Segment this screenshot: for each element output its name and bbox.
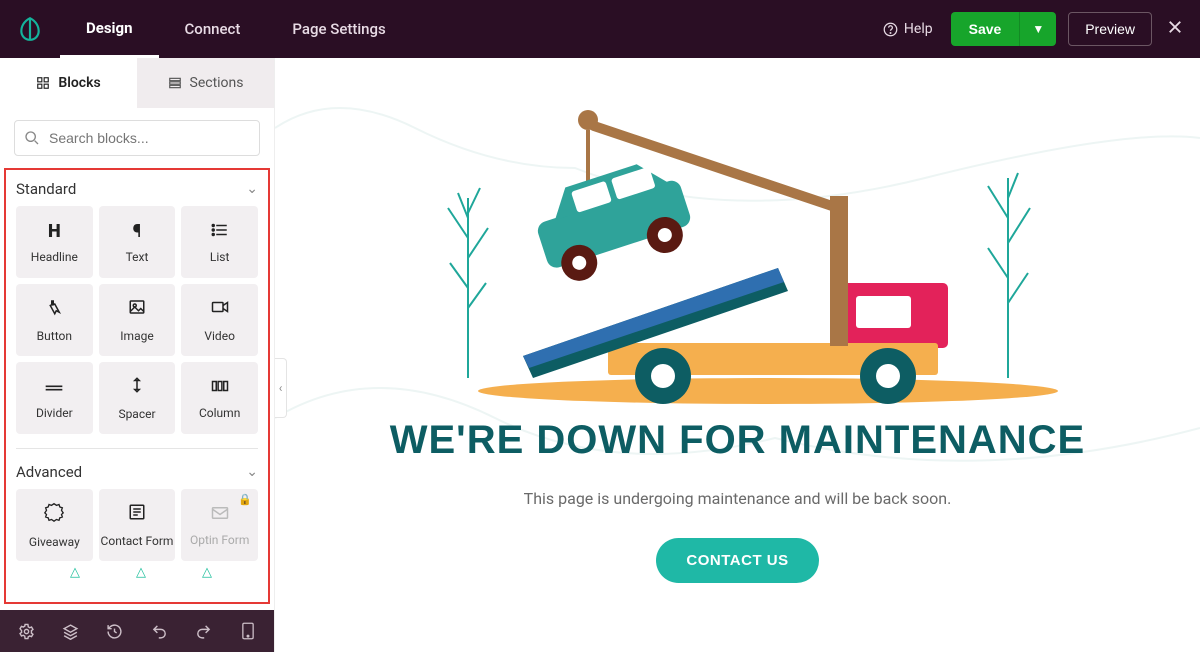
undo-button[interactable]	[141, 610, 177, 652]
save-button[interactable]: Save	[951, 12, 1020, 46]
chevron-down-icon: ⌄	[246, 181, 258, 197]
help-label: Help	[904, 21, 933, 37]
column-icon	[211, 377, 229, 398]
hint-icon: △	[136, 565, 146, 580]
sidebar-tab-blocks-label: Blocks	[58, 75, 100, 91]
optin-form-icon	[211, 504, 229, 525]
divider-icon	[44, 377, 64, 398]
block-label: Button	[37, 329, 72, 343]
layers-icon	[62, 623, 79, 640]
giveaway-icon	[44, 502, 64, 527]
text-icon: ¶	[133, 221, 142, 242]
block-column[interactable]: Column	[181, 362, 258, 434]
block-image[interactable]: Image	[99, 284, 176, 356]
block-label: Column	[199, 406, 240, 420]
history-button[interactable]	[97, 610, 133, 652]
undo-icon	[151, 623, 168, 640]
advanced-blocks-grid: Giveaway Contact Form 🔒 Optin Form	[6, 489, 268, 561]
video-icon	[211, 298, 229, 321]
hint-icon: △	[202, 565, 212, 580]
block-label: List	[210, 250, 230, 264]
nav-tabs: Design Connect Page Settings	[60, 0, 412, 58]
block-label: Giveaway	[29, 535, 80, 549]
tab-connect[interactable]: Connect	[159, 0, 267, 58]
help-link[interactable]: Help	[883, 21, 933, 37]
sidebar: Blocks Sections Standard ⌄ H Headline ¶ Te…	[0, 58, 275, 652]
main: Blocks Sections Standard ⌄ H Headline ¶ Te…	[0, 58, 1200, 652]
tab-design[interactable]: Design	[60, 0, 159, 58]
block-text[interactable]: ¶ Text	[99, 206, 176, 278]
block-label: Divider	[36, 406, 73, 420]
group-advanced-header[interactable]: Advanced ⌄	[6, 453, 268, 489]
preview-button[interactable]: Preview	[1068, 12, 1152, 46]
history-icon	[106, 623, 123, 640]
page-headline: WE'RE DOWN FOR MAINTENANCE	[275, 418, 1200, 463]
block-label: Spacer	[118, 407, 155, 421]
close-button[interactable]	[1166, 17, 1184, 42]
spacer-icon	[128, 376, 146, 399]
save-button-group: Save ▼	[951, 12, 1057, 46]
tab-page-settings[interactable]: Page Settings	[266, 0, 411, 58]
block-label: Optin Form	[190, 533, 249, 547]
block-list[interactable]: List	[181, 206, 258, 278]
help-icon	[883, 22, 898, 37]
block-label: Video	[204, 329, 235, 343]
block-contact-form[interactable]: Contact Form	[99, 489, 176, 561]
sidebar-tab-sections-label: Sections	[190, 75, 244, 91]
list-icon	[211, 221, 229, 242]
mobile-icon	[241, 622, 255, 640]
maintenance-illustration	[408, 78, 1068, 408]
block-label: Text	[126, 250, 149, 264]
canvas[interactable]: ‹	[275, 58, 1200, 652]
contact-us-button[interactable]: CONTACT US	[656, 538, 818, 583]
block-optin-form[interactable]: 🔒 Optin Form	[181, 489, 258, 561]
group-divider	[16, 448, 258, 449]
sidebar-bottombar	[0, 610, 274, 652]
redo-icon	[195, 623, 212, 640]
app-logo	[0, 0, 60, 58]
group-advanced-title: Advanced	[16, 463, 82, 481]
sections-icon	[168, 76, 182, 90]
search-input[interactable]	[14, 120, 260, 156]
layers-button[interactable]	[52, 610, 88, 652]
search-icon	[24, 130, 40, 146]
button-icon	[45, 298, 63, 321]
advanced-overflow-hints: △ △ △	[6, 561, 268, 580]
blocks-panel: Standard ⌄ H Headline ¶ Text List Button I…	[4, 168, 270, 604]
chevron-down-icon: ⌄	[246, 464, 258, 480]
topbar: Design Connect Page Settings Help Save ▼…	[0, 0, 1200, 58]
block-spacer[interactable]: Spacer	[99, 362, 176, 434]
hint-icon: △	[70, 565, 80, 580]
block-label: Image	[120, 329, 153, 343]
page-subtext: This page is undergoing maintenance and …	[275, 489, 1200, 508]
device-preview-button[interactable]	[230, 610, 266, 652]
block-divider[interactable]: Divider	[16, 362, 93, 434]
block-label: Headline	[31, 250, 78, 264]
page-preview: WE'RE DOWN FOR MAINTENANCE This page is …	[275, 78, 1200, 583]
block-button[interactable]: Button	[16, 284, 93, 356]
block-video[interactable]: Video	[181, 284, 258, 356]
blocks-icon	[36, 76, 50, 90]
save-dropdown-button[interactable]: ▼	[1019, 12, 1056, 46]
sidebar-tabs: Blocks Sections	[0, 58, 274, 108]
redo-button[interactable]	[185, 610, 221, 652]
contact-form-icon	[128, 503, 146, 526]
lock-icon: 🔒	[238, 493, 252, 506]
close-icon	[1166, 18, 1184, 36]
search-wrap	[0, 108, 274, 168]
block-label: Contact Form	[101, 534, 174, 548]
group-standard-title: Standard	[16, 180, 76, 198]
settings-button[interactable]	[8, 610, 44, 652]
headline-icon: H	[48, 221, 61, 242]
standard-blocks-grid: HHeadline ¶Text List Button Image Video …	[6, 206, 268, 434]
block-giveaway[interactable]: Giveaway	[16, 489, 93, 561]
sidebar-tab-blocks[interactable]: Blocks	[0, 58, 137, 108]
group-standard-header[interactable]: Standard ⌄	[6, 170, 268, 206]
image-icon	[128, 298, 146, 321]
gear-icon	[18, 623, 35, 640]
block-headline[interactable]: H Headline	[16, 206, 93, 278]
sidebar-tab-sections[interactable]: Sections	[137, 58, 274, 108]
